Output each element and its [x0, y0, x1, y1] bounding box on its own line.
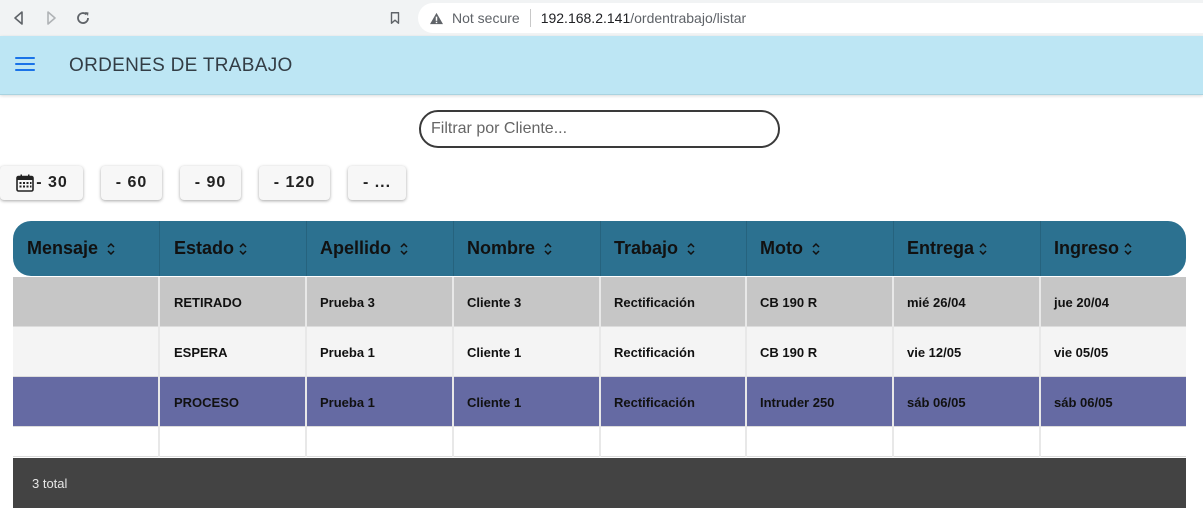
sort-icon [107, 242, 115, 255]
column-header-label: Nombre [467, 238, 536, 258]
table-row[interactable]: PROCESO Prueba 1 Cliente 1 Rectificación… [13, 377, 1186, 427]
column-header-mensaje[interactable]: Mensaje [13, 221, 160, 276]
reload-icon[interactable] [74, 9, 92, 27]
cell-trabajo: Rectificación [601, 277, 747, 327]
column-header-label: Moto [760, 238, 803, 258]
sort-icon [687, 242, 695, 255]
table-header: Mensaje Estado Apellido Nombre Trabajo M… [13, 221, 1186, 276]
total-count: 3 total [32, 476, 68, 491]
cell-empty [747, 427, 894, 457]
filter-more-button[interactable]: - ... [348, 166, 406, 200]
cell-moto: Intruder 250 [747, 377, 894, 427]
filter-more-label: - ... [362, 174, 392, 191]
column-header-label: Apellido [320, 238, 391, 258]
cell-apellido: Prueba 1 [307, 327, 454, 377]
cell-moto: CB 190 R [747, 277, 894, 327]
cell-apellido: Prueba 3 [307, 277, 454, 327]
column-header-apellido[interactable]: Apellido [307, 221, 454, 276]
bookmark-icon[interactable] [386, 9, 404, 27]
column-header-ingreso[interactable]: Ingreso [1041, 221, 1186, 276]
table-row[interactable]: RETIRADO Prueba 3 Cliente 3 Rectificació… [13, 277, 1186, 327]
sort-icon [812, 242, 820, 255]
column-header-label: Estado [174, 238, 235, 258]
table-row[interactable]: ESPERA Prueba 1 Cliente 1 Rectificación … [13, 327, 1186, 377]
filter-90-label: - 90 [194, 174, 227, 191]
cell-empty [1041, 427, 1186, 457]
sort-icon [979, 242, 987, 255]
cell-nombre: Cliente 1 [454, 377, 601, 427]
column-header-label: Entrega [907, 238, 975, 258]
url-path: /ordentrabajo/listar [630, 10, 747, 26]
column-header-estado[interactable]: Estado [160, 221, 307, 276]
cell-empty [13, 427, 160, 457]
table-row-empty [13, 427, 1186, 457]
filter-120-label: - 120 [273, 174, 316, 191]
security-label: Not secure [452, 10, 520, 26]
url-divider [529, 9, 531, 27]
cell-mensaje [13, 277, 160, 327]
cell-entrega: sáb 06/05 [894, 377, 1041, 427]
cell-nombre: Cliente 1 [454, 327, 601, 377]
app-bar: ORDENES DE TRABAJO [0, 36, 1203, 95]
cell-trabajo: Rectificación [601, 327, 747, 377]
page-title: ORDENES DE TRABAJO [69, 55, 293, 76]
cell-mensaje [13, 327, 160, 377]
cell-empty [601, 427, 747, 457]
back-icon[interactable] [10, 9, 28, 27]
filter-30-days-button[interactable]: - 30 [0, 166, 83, 200]
cell-entrega: vie 12/05 [894, 327, 1041, 377]
column-header-label: Trabajo [614, 238, 679, 258]
cell-nombre: Cliente 3 [454, 277, 601, 327]
url-host: 192.168.2.141 [540, 10, 631, 26]
cell-mensaje [13, 377, 160, 427]
cell-ingreso: sáb 06/05 [1054, 394, 1113, 410]
cell-empty [307, 427, 454, 457]
cell-estado: ESPERA [160, 327, 307, 377]
browser-toolbar: Not secure 192.168.2.141/ordentrabajo/li… [0, 0, 1203, 36]
filter-90-days-button[interactable]: - 90 [180, 166, 241, 200]
column-header-label: Ingreso [1054, 238, 1120, 258]
cell-ingreso: jue 20/04 [1054, 294, 1109, 310]
calendar-icon [16, 174, 35, 192]
sort-icon [400, 242, 408, 255]
filter-60-label: - 60 [115, 174, 148, 191]
filter-30-label: - 30 [36, 174, 68, 191]
column-header-moto[interactable]: Moto [747, 221, 894, 276]
cell-empty [894, 427, 1041, 457]
warning-icon [428, 11, 444, 25]
cell-ingreso: vie 05/05 [1054, 344, 1109, 360]
address-bar[interactable]: Not secure 192.168.2.141/ordentrabajo/li… [418, 3, 1203, 33]
cell-apellido: Prueba 1 [307, 377, 454, 427]
filter-120-days-button[interactable]: - 120 [259, 166, 330, 200]
cell-empty [160, 427, 307, 457]
client-filter-input[interactable] [419, 110, 780, 148]
column-header-nombre[interactable]: Nombre [454, 221, 601, 276]
column-header-label: Mensaje [27, 238, 99, 258]
column-header-trabajo[interactable]: Trabajo [601, 221, 747, 276]
cell-empty [454, 427, 601, 457]
filter-60-days-button[interactable]: - 60 [101, 166, 162, 200]
cell-estado: RETIRADO [160, 277, 307, 327]
sort-icon [239, 242, 247, 255]
sort-icon [1124, 242, 1132, 255]
sort-icon [544, 242, 552, 255]
cell-entrega: mié 26/04 [894, 277, 1041, 327]
table-footer: 3 total [13, 458, 1186, 508]
table-body: RETIRADO Prueba 3 Cliente 3 Rectificació… [13, 277, 1186, 457]
hamburger-menu-icon[interactable] [15, 57, 35, 73]
cell-moto: CB 190 R [747, 327, 894, 377]
forward-icon[interactable] [42, 9, 60, 27]
cell-estado: PROCESO [160, 377, 307, 427]
cell-trabajo: Rectificación [601, 377, 747, 427]
column-header-entrega[interactable]: Entrega [894, 221, 1041, 276]
